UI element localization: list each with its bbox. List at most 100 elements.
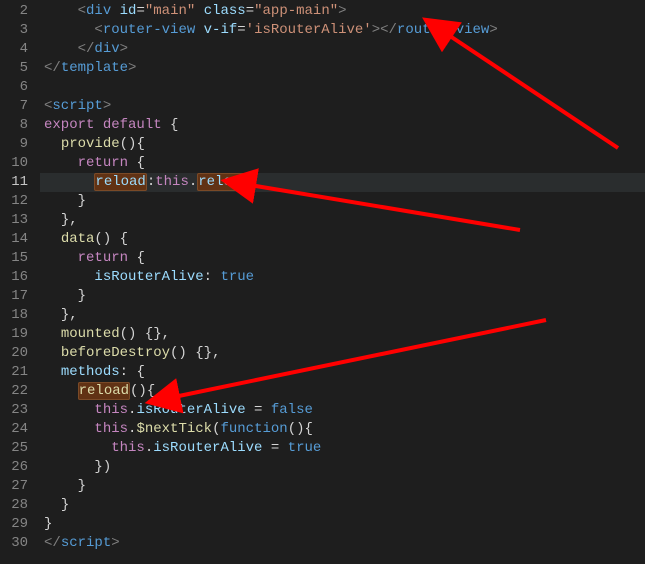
line-number: 29 xyxy=(8,515,28,534)
token: provide xyxy=(61,136,120,152)
code-line[interactable]: }, xyxy=(40,306,645,325)
code-line[interactable]: mounted() {}, xyxy=(40,325,645,344)
line-number: 30 xyxy=(8,534,28,553)
token: > xyxy=(103,98,111,114)
code-area[interactable]: <div id="main" class="app-main"> <router… xyxy=(40,0,645,564)
line-number: 14 xyxy=(8,230,28,249)
code-line[interactable]: return { xyxy=(40,154,645,173)
token: v-if xyxy=(204,22,238,38)
line-number-gutter: 2345678910111213141516171819202122232425… xyxy=(0,0,40,564)
token xyxy=(111,3,119,19)
token: > xyxy=(372,22,380,38)
token: { xyxy=(136,364,144,380)
code-line[interactable]: <script> xyxy=(40,97,645,116)
token: function xyxy=(220,421,287,437)
code-line[interactable]: this.$nextTick(function(){ xyxy=(40,420,645,439)
token: , xyxy=(69,212,77,228)
token: return xyxy=(78,155,128,171)
token: mounted xyxy=(61,326,120,342)
token: < xyxy=(94,22,102,38)
code-line[interactable]: reload(){ xyxy=(40,382,645,401)
token: {} xyxy=(145,326,162,342)
code-line[interactable]: } xyxy=(40,287,645,306)
code-line[interactable]: </template> xyxy=(40,59,645,78)
token: > xyxy=(338,3,346,19)
token: }) xyxy=(94,459,111,475)
token: reload xyxy=(94,173,146,191)
token: } xyxy=(61,212,69,228)
token: : xyxy=(120,364,137,380)
line-number: 5 xyxy=(8,59,28,78)
line-number: 2 xyxy=(8,2,28,21)
token: = xyxy=(262,440,287,456)
code-line[interactable]: } xyxy=(40,192,645,211)
code-line[interactable]: <div id="main" class="app-main"> xyxy=(40,2,645,21)
code-line[interactable]: } xyxy=(40,477,645,496)
token: </ xyxy=(380,22,397,38)
line-number: 7 xyxy=(8,97,28,116)
token: "app-main" xyxy=(254,3,338,19)
code-line[interactable]: } xyxy=(40,515,645,534)
token: () xyxy=(130,383,147,399)
token: return xyxy=(78,250,128,266)
code-line[interactable]: this.isRouterAlive = false xyxy=(40,401,645,420)
line-number: 16 xyxy=(8,268,28,287)
token: class xyxy=(204,3,246,19)
token: </ xyxy=(44,535,61,551)
token: > xyxy=(111,535,119,551)
token: div xyxy=(94,41,119,57)
token: this xyxy=(111,440,145,456)
token: id xyxy=(120,3,137,19)
code-line[interactable]: methods: { xyxy=(40,363,645,382)
line-number: 28 xyxy=(8,496,28,515)
line-number: 12 xyxy=(8,192,28,211)
token: () xyxy=(94,231,119,247)
token: this xyxy=(94,402,128,418)
token: this xyxy=(155,174,189,190)
token: script xyxy=(52,98,102,114)
code-line[interactable]: return { xyxy=(40,249,645,268)
code-line[interactable]: this.isRouterAlive = true xyxy=(40,439,645,458)
line-number: 4 xyxy=(8,40,28,59)
code-line[interactable]: }, xyxy=(40,211,645,230)
code-line[interactable]: reload:this.reload xyxy=(40,173,645,192)
token: , xyxy=(162,326,170,342)
code-line[interactable]: isRouterAlive: true xyxy=(40,268,645,287)
token xyxy=(195,3,203,19)
token: this xyxy=(94,421,128,437)
code-line[interactable]: <router-view v-if='isRouterAlive'></rout… xyxy=(40,21,645,40)
token: > xyxy=(128,60,136,76)
token: = xyxy=(246,3,254,19)
text-cursor xyxy=(249,173,250,189)
code-editor[interactable]: 2345678910111213141516171819202122232425… xyxy=(0,0,645,564)
line-number: 20 xyxy=(8,344,28,363)
token: } xyxy=(78,478,86,494)
code-line[interactable]: </div> xyxy=(40,40,645,59)
code-line[interactable]: beforeDestroy() {}, xyxy=(40,344,645,363)
line-number: 21 xyxy=(8,363,28,382)
code-line[interactable]: export default { xyxy=(40,116,645,135)
line-number: 27 xyxy=(8,477,28,496)
token: , xyxy=(212,345,220,361)
token: methods xyxy=(61,364,120,380)
code-line[interactable] xyxy=(40,78,645,97)
code-line[interactable]: provide(){ xyxy=(40,135,645,154)
code-line[interactable]: } xyxy=(40,496,645,515)
token xyxy=(162,117,170,133)
token: script xyxy=(61,535,111,551)
code-line[interactable]: </script> xyxy=(40,534,645,553)
token: } xyxy=(44,516,52,532)
token: template xyxy=(61,60,128,76)
token: isRouterAlive xyxy=(94,269,203,285)
code-line[interactable]: }) xyxy=(40,458,645,477)
token: 'isRouterAlive' xyxy=(246,22,372,38)
line-number: 22 xyxy=(8,382,28,401)
token: div xyxy=(86,3,111,19)
code-line[interactable]: data() { xyxy=(40,230,645,249)
token: false xyxy=(271,402,313,418)
token: () xyxy=(288,421,305,437)
token: () xyxy=(170,345,195,361)
token: </ xyxy=(44,60,61,76)
token: . xyxy=(189,174,197,190)
token: . xyxy=(145,440,153,456)
